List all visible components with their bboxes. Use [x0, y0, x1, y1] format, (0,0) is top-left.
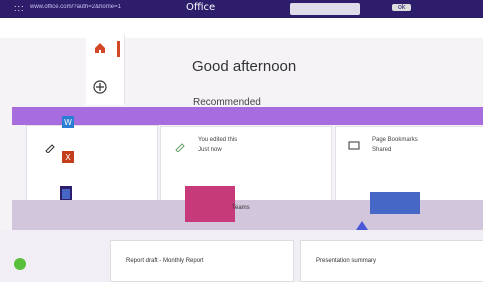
pen-icon [45, 144, 55, 153]
comment-icon [348, 141, 360, 150]
card-1-line-2: Just now [198, 147, 222, 153]
svg-text:W: W [64, 118, 72, 127]
svg-text:X: X [65, 153, 71, 162]
card-2-line-2: Shared [372, 147, 392, 153]
user-chip[interactable]: ok [392, 4, 412, 11]
top-bar: ::: www.office.com/?auth=2&home=1 Office… [0, 0, 483, 18]
pink-thumbnail-label: Teams [232, 205, 250, 211]
blue-thumbnail[interactable] [370, 192, 420, 214]
address-bar[interactable]: www.office.com/?auth=2&home=1 [30, 4, 180, 13]
word-icon[interactable]: W [62, 116, 74, 128]
file-tile-2-text: Presentation summary [316, 258, 377, 264]
header-band [0, 18, 483, 38]
app-launcher-icon[interactable]: ::: [14, 3, 25, 13]
app-list-panel [26, 125, 158, 205]
create-icon[interactable] [93, 80, 107, 94]
home-icon[interactable] [94, 42, 106, 54]
powerpoint-icon[interactable]: X [62, 151, 74, 163]
card-2-line-1: Page Bookmarks [372, 137, 418, 143]
search-box[interactable] [290, 3, 360, 15]
office-brand[interactable]: Office [186, 2, 215, 13]
greeting: Good afternoon [192, 58, 297, 75]
card-1-line-1: You edited this [198, 137, 238, 143]
purple-banner [12, 107, 483, 125]
pen-icon [175, 143, 185, 152]
pink-thumbnail[interactable] [185, 186, 235, 222]
status-dot-icon [14, 258, 26, 270]
file-tile-1-text: Report draft - Monthly Report [126, 258, 204, 264]
home-active-indicator [117, 41, 120, 57]
